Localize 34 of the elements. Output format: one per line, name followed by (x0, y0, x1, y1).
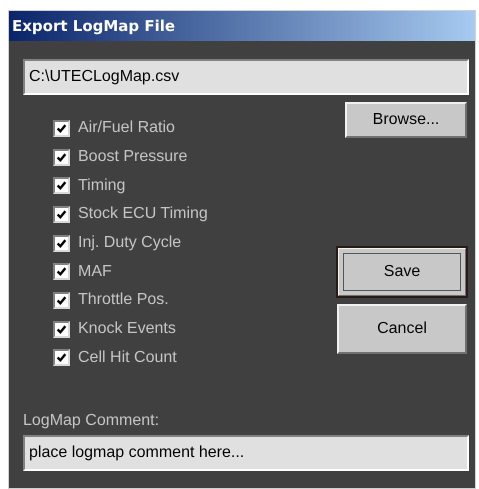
check-icon (56, 238, 67, 249)
checkbox[interactable] (53, 292, 70, 309)
checkbox-label: Throttle Pos. (78, 291, 169, 310)
check-icon (56, 294, 67, 306)
checkbox[interactable] (53, 349, 70, 366)
checkbox[interactable] (53, 263, 70, 280)
window-title: Export LogMap File (9, 11, 475, 41)
check-icon (56, 266, 67, 278)
check-icon (56, 208, 67, 220)
checkbox-label: MAF (78, 262, 112, 281)
comment-field[interactable]: place logmap comment here... (23, 435, 469, 472)
checkbox-label: Cell Hit Count (78, 348, 177, 367)
check-icon (56, 180, 67, 192)
checkbox-label: Stock ECU Timing (78, 205, 208, 224)
checkbox-label: Inj. Duty Cycle (78, 234, 182, 252)
check-icon (56, 122, 67, 134)
check-icon (56, 324, 67, 335)
checkbox-label: Boost Pressure (78, 148, 188, 166)
dialog-button[interactable]: Cancel (337, 304, 467, 354)
comment-label: LogMap Comment: (23, 412, 160, 430)
browse-button[interactable]: Browse... (345, 102, 467, 138)
checkbox[interactable] (53, 177, 70, 194)
checkbox[interactable] (53, 148, 70, 166)
checkbox[interactable] (53, 120, 70, 137)
checkbox[interactable] (53, 320, 70, 338)
checkbox-label: Knock Events (78, 320, 176, 338)
checkbox-label: Timing (78, 176, 126, 195)
checkbox-label: Air/Fuel Ratio (78, 119, 175, 138)
checkbox[interactable] (53, 206, 70, 223)
check-icon (56, 352, 67, 364)
dialog-button[interactable]: Save (337, 247, 467, 297)
checkbox[interactable] (53, 234, 70, 252)
check-icon (56, 152, 67, 163)
file-path-field[interactable]: C:\UTECLogMap.csv (23, 59, 469, 95)
